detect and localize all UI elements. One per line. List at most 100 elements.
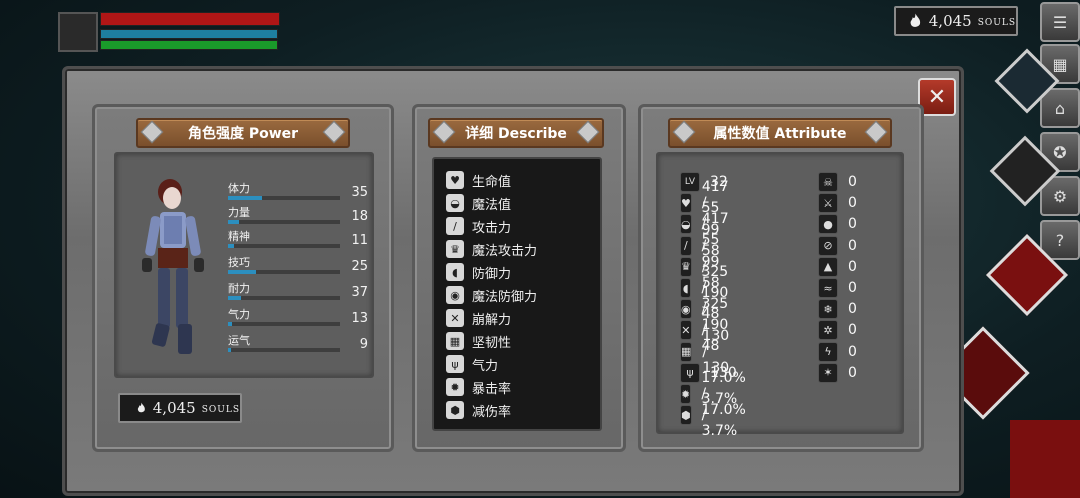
stat-fill bbox=[228, 196, 262, 200]
describe-item: ◒ 魔法值 bbox=[446, 192, 511, 214]
sword-icon: / bbox=[680, 235, 692, 256]
attribute-value: 0 bbox=[848, 174, 857, 190]
stat-value: 25 bbox=[351, 259, 368, 274]
stat-label: 力量 bbox=[228, 206, 250, 219]
stat-label: 精神 bbox=[228, 230, 250, 243]
ice-icon: ✲ bbox=[818, 320, 838, 341]
describe-label: 崩解力 bbox=[472, 312, 512, 328]
attribute-value: 0 bbox=[848, 322, 857, 339]
stat-fill bbox=[228, 348, 232, 352]
corner-decoration bbox=[1010, 420, 1080, 498]
help-icon: ? bbox=[1055, 230, 1065, 250]
stat-track bbox=[228, 296, 340, 300]
stat-track bbox=[228, 270, 340, 274]
slash-icon: ⚔ bbox=[818, 193, 838, 214]
stat-value: 18 bbox=[351, 209, 368, 224]
heart-icon: ♥ bbox=[680, 193, 692, 214]
pierce-icon: ⊘ bbox=[818, 235, 838, 256]
attribute-row: ✲ 0 bbox=[818, 320, 857, 341]
attribute-inner: LV 32 ♥ 417 / 417 ◒ 55 / 55/99 / 99 ♛ 58 / 58 ◖ 3… bbox=[656, 152, 904, 439]
describe-title: 详细 Describe bbox=[428, 118, 604, 148]
map-icon: ▦ bbox=[1052, 54, 1068, 74]
stat-track bbox=[228, 322, 340, 326]
stat-label: 耐力 bbox=[228, 282, 250, 295]
attribute-row: ▦ 130 / 130 bbox=[680, 328, 737, 376]
frost-icon: ❄ bbox=[818, 299, 838, 320]
stat-fill bbox=[228, 322, 233, 326]
souls-count: 4,045 bbox=[152, 399, 196, 417]
flame-icon bbox=[137, 402, 145, 413]
close-icon: ✕ bbox=[927, 84, 947, 110]
stat-track bbox=[228, 196, 340, 200]
describe-label: 气力 bbox=[472, 358, 499, 374]
describe-item: ✹ 暴击率 bbox=[446, 376, 511, 398]
attribute-value: 3.7% / 3.7% bbox=[701, 391, 738, 440]
describe-label: 魔法防御力 bbox=[472, 289, 538, 305]
flame-icon bbox=[910, 13, 921, 27]
bolt-icon bbox=[432, 120, 456, 144]
magic-shield-icon: ◉ bbox=[680, 299, 692, 320]
reduce-icon: ⬢ bbox=[446, 401, 464, 419]
crown-icon: ♛ bbox=[680, 256, 692, 277]
attribute-row: ☠ 0 bbox=[818, 172, 857, 192]
shield-icon: ◖ bbox=[680, 278, 692, 298]
emblem-icon: ✪ bbox=[1053, 142, 1067, 162]
door-icon: ⌂ bbox=[1054, 98, 1066, 118]
attribute-row: ✶ 0 bbox=[818, 362, 857, 383]
attribute-title: 属性数值 Attribute bbox=[668, 118, 892, 148]
bolt-icon bbox=[576, 120, 600, 144]
souls-count: 4,045 bbox=[928, 12, 972, 30]
stat-fill bbox=[228, 244, 234, 248]
attribute-row: ● 0 bbox=[818, 214, 857, 235]
describe-item: ψ 气力 bbox=[446, 353, 498, 375]
character-model bbox=[142, 179, 204, 354]
attribute-row: ϟ0 bbox=[818, 341, 857, 362]
describe-label: 魔法值 bbox=[472, 197, 512, 213]
describe-label: 生命值 bbox=[472, 174, 512, 190]
mana-bar bbox=[100, 29, 278, 39]
souls-unit: SOULS bbox=[977, 17, 1016, 28]
describe-item: ◉ 魔法防御力 bbox=[446, 284, 537, 306]
skull-icon: ☠ bbox=[818, 172, 838, 192]
health-bar bbox=[100, 12, 280, 26]
stat-value: 13 bbox=[351, 311, 368, 326]
attribute-value: 0 bbox=[848, 343, 857, 360]
describe-label: 减伤率 bbox=[472, 404, 512, 420]
describe-label: 防御力 bbox=[472, 266, 512, 282]
power-title: 角色强度 Power bbox=[136, 118, 350, 148]
attribute-row: ≈0 bbox=[818, 278, 857, 298]
menu-icon: ☰ bbox=[1052, 12, 1068, 32]
menu-button[interactable]: ☰ bbox=[1040, 2, 1080, 42]
armor-icon: ▦ bbox=[446, 332, 464, 350]
poison-icon: ≈ bbox=[818, 278, 838, 298]
stat-fill bbox=[228, 220, 240, 224]
stat-value: 37 bbox=[351, 285, 368, 300]
gear-icon: ⚙ bbox=[1052, 186, 1068, 206]
attribute-value: 0 bbox=[848, 301, 857, 318]
sword-icon: / bbox=[446, 217, 464, 235]
bolt-icon bbox=[140, 120, 164, 144]
stat-fill bbox=[228, 296, 242, 300]
break-icon: ✕ bbox=[680, 320, 692, 341]
stat-value: 35 bbox=[351, 185, 368, 200]
describe-list: ♥ 生命值 ◒ 魔法值 / 攻击力 ♛ 魔法攻击力 ◖ 防御力 ◉ 魔法防御力 ✕ 崩解力 ▦ 坚韧性 ψ 气力 ✹… bbox=[432, 157, 602, 431]
attribute-value: 0 bbox=[848, 364, 857, 381]
stat-label: 体力 bbox=[228, 182, 250, 195]
stat-row: 耐力 37 bbox=[228, 280, 368, 302]
armor-icon: ▦ bbox=[680, 341, 693, 362]
describe-label: 攻击力 bbox=[472, 220, 512, 236]
stat-track bbox=[228, 348, 340, 352]
lungs-icon: ψ bbox=[680, 362, 700, 383]
player-portrait bbox=[58, 12, 98, 52]
attribute-value: 0 bbox=[848, 195, 857, 212]
stamina-bar bbox=[100, 40, 278, 50]
bolt-icon bbox=[672, 120, 696, 144]
stat-row: 气力 13 bbox=[228, 306, 368, 328]
describe-item: ♛ 魔法攻击力 bbox=[446, 238, 537, 260]
attribute-value: 0 bbox=[848, 216, 857, 233]
stat-value: 11 bbox=[351, 233, 368, 248]
shield-icon: ◖ bbox=[446, 263, 464, 281]
stat-row: 体力 35 bbox=[228, 180, 368, 202]
attribute-row: ⬢ 3.7% / 3.7% bbox=[680, 391, 746, 439]
crown-icon: ♛ bbox=[446, 240, 464, 258]
